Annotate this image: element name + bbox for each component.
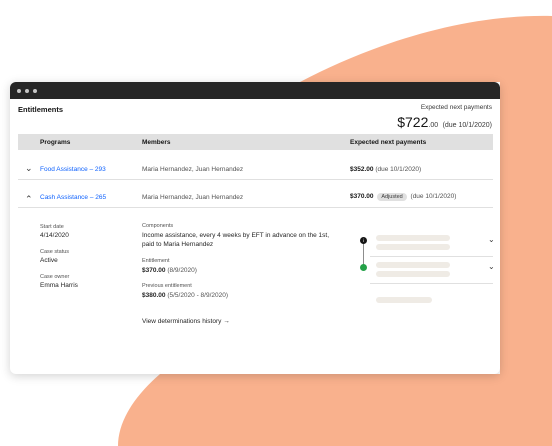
placeholder-bar [376,244,450,250]
previous-period: (5/5/2020 - 8/9/2020) [167,292,229,299]
table-header: Programs Members Expected next payments [18,134,493,150]
components-label: Components [142,223,174,229]
column-header-members[interactable]: Members [142,139,171,146]
adjusted-tag: Adjusted [377,193,407,201]
previous-amount: $380.00 [142,292,166,299]
amount-value: $352.00 [350,166,374,173]
arrow-right-icon: → [223,318,230,325]
case-status-label: Case status [40,249,70,255]
previous-entitlement-label: Previous entitlement [142,283,192,289]
column-header-expected[interactable]: Expected next payments [350,139,426,146]
members-cell: Maria Hernandez, Juan Hernandez [142,194,244,201]
entitlement-value: $370.00 (8/9/2020) [142,267,197,274]
expanded-detail-panel: Start date 4/14/2020 Case status Active … [18,216,495,366]
amount-value: $370.00 [350,193,374,200]
due-text: (due 10/1/2020) [375,166,422,173]
window-control-dot[interactable] [17,88,21,93]
previous-entitlement-value: $380.00 (5/5/2020 - 8/9/2020) [142,292,228,299]
placeholder-bar [376,297,432,303]
case-status-value: Active [40,257,58,264]
placeholder-bar [376,235,450,241]
components-line-1: Income assistance, every 4 weeks by EFT … [142,232,330,239]
info-icon: i [360,237,367,244]
case-owner-value: Emma Harris [40,282,78,289]
window-control-dot[interactable] [25,88,29,93]
view-history-label: View determinations history [142,318,222,325]
program-link[interactable]: Food Assistance – 293 [40,166,106,173]
start-date-value: 4/14/2020 [40,232,69,239]
view-history-link[interactable]: View determinations history → [142,318,230,325]
chevron-down-icon[interactable]: ⌄ [488,263,495,271]
members-cell: Maria Hernandez, Juan Hernandez [142,166,244,173]
placeholder-bar [376,271,450,277]
page-header: Entitlements Expected next payments $722… [10,99,500,133]
entitlement-amount: $370.00 [142,267,166,274]
next-payments-label: Expected next payments [420,104,492,111]
components-line-2: paid to Maria Hernandez [142,241,214,248]
placeholder-bar [376,262,450,268]
start-date-label: Start date [40,224,64,230]
table-row[interactable]: ⌄ Food Assistance – 293 Maria Hernandez,… [18,158,493,180]
program-link[interactable]: Cash Assistance – 265 [40,194,106,201]
expected-cell: $352.00 (due 10/1/2020) [350,166,421,173]
divider [370,283,493,284]
chevron-down-icon[interactable]: ⌄ [488,236,495,244]
chevron-down-icon[interactable]: ⌄ [25,164,33,173]
expected-cell: $370.00 Adjusted (due 10/1/2020) [350,193,456,201]
column-header-programs[interactable]: Programs [40,139,70,146]
divider [370,256,493,257]
app-window: Entitlements Expected next payments $722… [10,82,500,374]
case-owner-label: Case owner [40,274,70,280]
entitlement-period: (8/9/2020) [167,267,197,274]
next-payments-total: $722.00 (due 10/1/2020) [397,114,492,132]
next-payments-amount: $722 [397,114,429,130]
table-row[interactable]: ⌃ Cash Assistance – 265 Maria Hernandez,… [18,186,493,208]
window-control-dot[interactable] [33,88,37,93]
entitlement-label: Entitlement [142,258,170,264]
timeline-status-dot [360,264,367,271]
next-payments-due: (due 10/1/2020) [442,122,492,129]
next-payments-cents: .00 [428,122,439,129]
window-titlebar [10,82,500,99]
page-title: Entitlements [18,105,64,114]
chevron-up-icon[interactable]: ⌃ [25,195,33,204]
due-text: (due 10/1/2020) [410,193,457,200]
